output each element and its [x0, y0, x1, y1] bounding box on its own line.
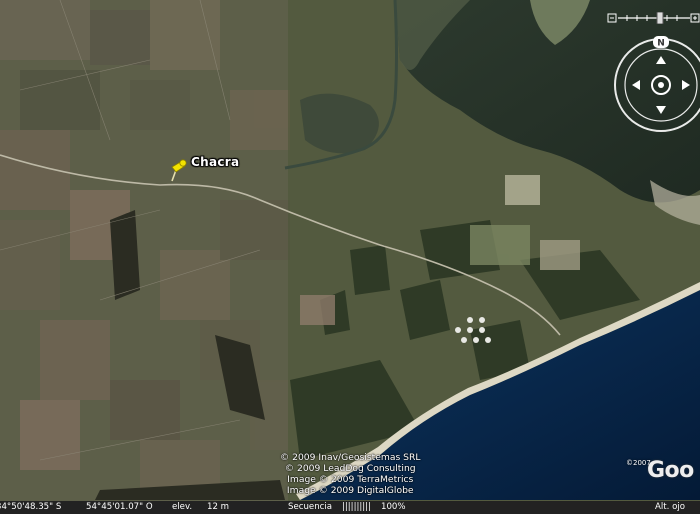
longitude-readout: 54°45'01.07" O — [86, 502, 153, 512]
latitude-readout: 34°50'48.35" S — [0, 502, 62, 512]
attribution-line: Image © 2009 TerraMetrics — [287, 474, 414, 485]
status-bar: 34°50'48.35" S 54°45'01.07" O elev. 12 m… — [0, 501, 700, 514]
map-viewport[interactable]: Chacra N © 2009 Inav/Geosistemas SRL © 2… — [0, 0, 700, 514]
attribution-line: Image © 2009 DigitalGlobe — [286, 485, 414, 496]
attribution: © 2009 Inav/Geosistemas SRL © 2009 LeadD… — [280, 452, 421, 496]
satellite-imagery[interactable] — [0, 0, 700, 514]
elevation-label: elev. — [172, 502, 193, 512]
google-logo: Goo — [647, 458, 694, 483]
attribution-line: © 2009 Inav/Geosistemas SRL — [280, 452, 421, 463]
eye-altitude-label: Alt. ojo — [655, 502, 686, 512]
sequence-label: Secuencia — [288, 502, 333, 512]
north-indicator: N — [657, 39, 665, 49]
look-joystick-icon — [632, 56, 690, 114]
sequence-percent: 100% — [381, 502, 406, 512]
navigation-control[interactable]: N — [613, 34, 700, 138]
elevation-value: 12 m — [207, 502, 230, 512]
yellow-pushpin-icon[interactable] — [166, 157, 188, 183]
zoom-slider-icon[interactable] — [607, 9, 700, 25]
sequence-progress: |||||||||| — [342, 502, 371, 512]
attribution-line: © 2009 LeadDog Consulting — [284, 463, 416, 474]
placemark-label[interactable]: Chacra — [191, 155, 239, 169]
